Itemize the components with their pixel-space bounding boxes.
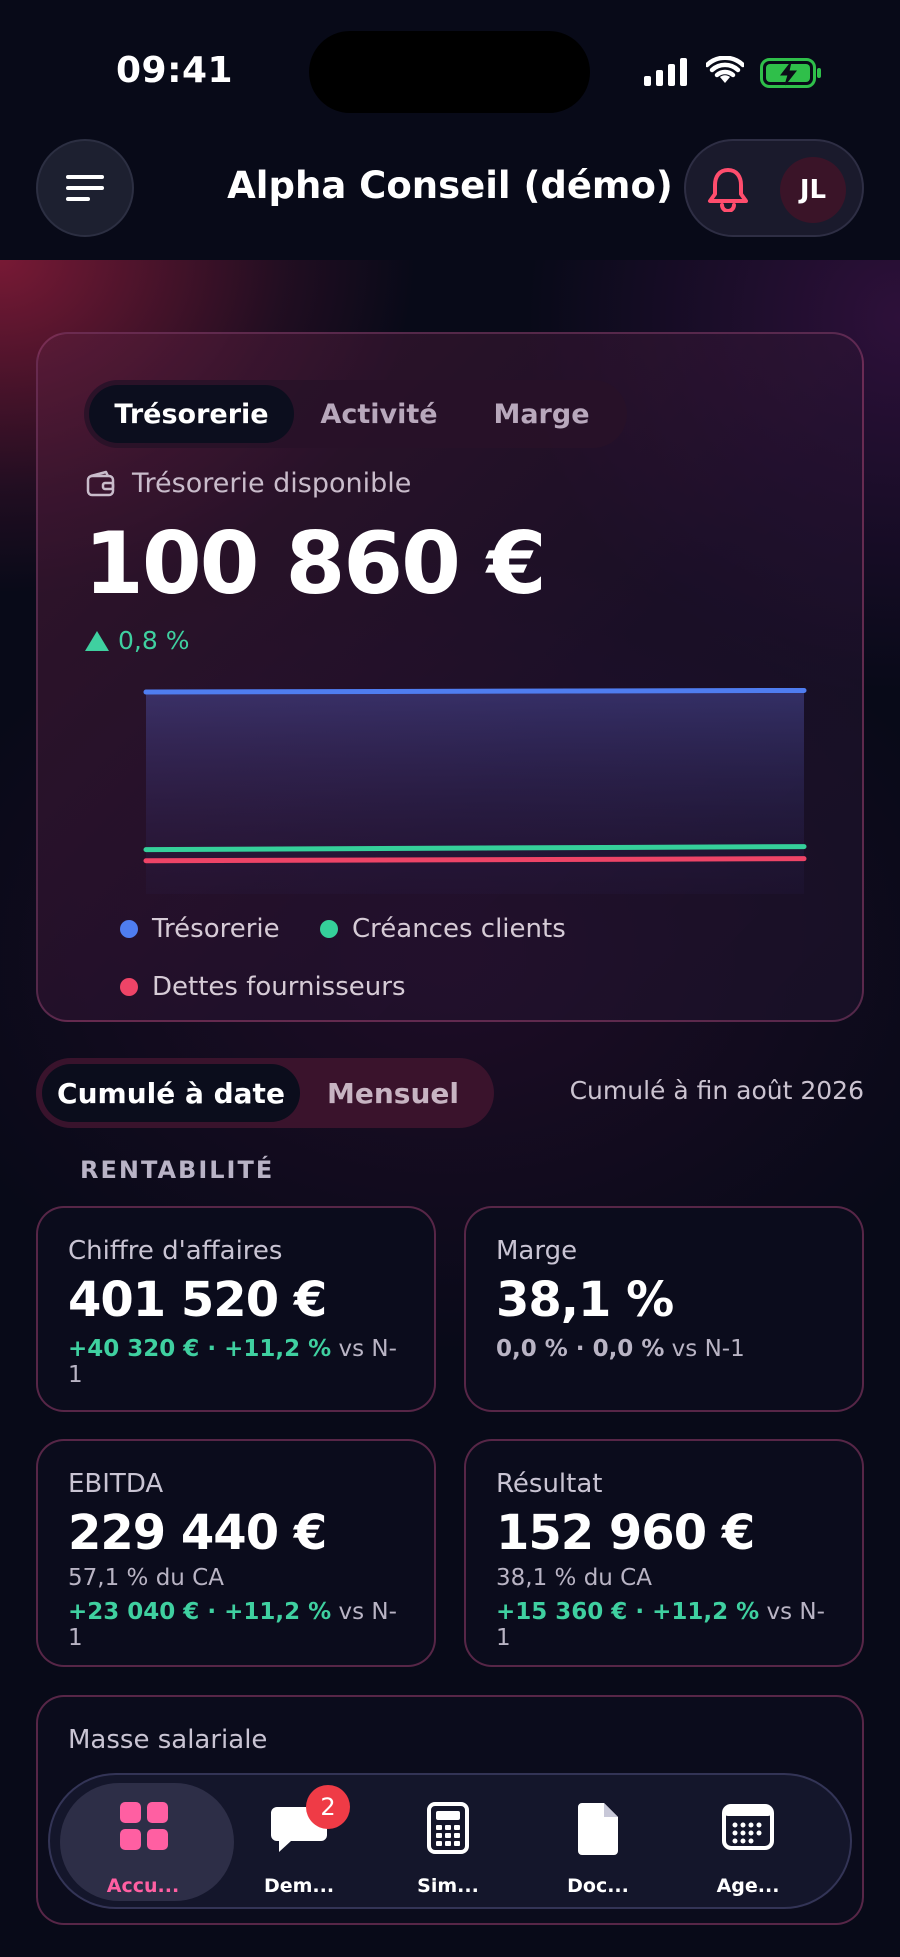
separator: · [199,1336,225,1362]
period-toggle: Cumulé à date Mensuel [36,1058,494,1128]
treasury-area-chart [143,687,807,894]
nav-item-accueil[interactable]: Accu... [54,1775,234,1911]
bottom-navigation: Accu... 2 Dem... Sim... Doc... Age... [48,1773,852,1909]
document-icon [578,1803,618,1855]
kpi-subtitle: 57,1 % du CA [68,1565,224,1591]
legend-item-tresorerie: Trésorerie [120,914,280,944]
bell-icon [708,168,748,212]
kpi-value: 401 520 € [68,1272,327,1328]
grid-icon [120,1802,168,1850]
kpi-card-ebitda[interactable]: EBITDA 229 440 € 57,1 % du CA +23 040 € … [36,1439,436,1667]
kpi-value: 38,1 % [496,1272,674,1328]
metric-value: 100 860 € [84,514,547,614]
metric-change-value: 0,8 % [118,626,190,655]
battery-charging-icon [760,58,821,88]
triangle-up-icon [85,630,109,651]
series-area-tresorerie [146,690,804,894]
legend-item-creances: Créances clients [320,914,566,944]
calculator-icon [427,1802,469,1854]
kpi-label: Marge [496,1236,578,1266]
kpi-label: Masse salariale [68,1725,268,1755]
separator: · [627,1599,653,1625]
series-line-2 [143,856,807,864]
kpi-subtitle: 38,1 % du CA [496,1565,652,1591]
status-time: 09:41 [116,50,234,91]
delta-abs: +40 320 € [68,1336,200,1362]
kpi-comparison: 0,0 % · 0,0 % vs N-1 [496,1336,832,1362]
tab-marge[interactable]: Marge [464,385,619,443]
notification-badge: 2 [306,1785,350,1829]
status-bar: 09:41 [0,0,900,120]
metric-label-row: Trésorerie disponible [86,468,411,499]
kpi-value: 229 440 € [68,1505,327,1561]
kpi-card-resultat[interactable]: Résultat 152 960 € 38,1 % du CA +15 360 … [464,1439,864,1667]
treasury-card: Trésorerie Activité Marge Trésorerie dis… [36,332,864,1022]
kpi-label: Chiffre d'affaires [68,1236,283,1266]
tab-tresorerie[interactable]: Trésorerie [89,385,294,443]
kpi-comparison: +23 040 € · +11,2 % vs N-1 [68,1599,404,1651]
delta-abs: 0,0 % [496,1336,568,1362]
kpi-card-marge[interactable]: Marge 38,1 % 0,0 % · 0,0 % vs N-1 [464,1206,864,1412]
delta-pct: +11,2 % [224,1599,332,1625]
separator: · [567,1336,593,1362]
vs-label: vs N-1 [664,1336,745,1362]
wifi-icon [706,56,744,83]
kpi-value: 152 960 € [496,1505,755,1561]
legend-dot [320,920,338,938]
separator: · [199,1599,225,1625]
nav-label: Accu... [106,1875,180,1897]
legend-dot [120,920,138,938]
delta-abs: +15 360 € [496,1599,628,1625]
calendar-icon [722,1804,774,1850]
series-line-1 [143,844,807,853]
kpi-label: EBITDA [68,1469,164,1499]
nav-label: Dem... [263,1875,335,1897]
page-title: Alpha Conseil (démo) [227,164,673,207]
hamburger-icon [66,175,104,201]
series-line-0 [143,687,807,695]
tab-mensuel[interactable]: Mensuel [300,1064,486,1122]
nav-item-simulateur[interactable]: Sim... [373,1775,523,1911]
nav-label: Doc... [567,1875,629,1897]
notifications-button[interactable] [698,159,758,219]
delta-pct: 0,0 % [592,1336,665,1362]
kpi-comparison: +15 360 € · +11,2 % vs N-1 [496,1599,832,1651]
legend-item-dettes: Dettes fournisseurs [120,972,406,1002]
header-actions: JL [684,139,864,237]
wallet-icon [86,470,115,496]
delta-pct: +11,2 % [224,1336,332,1362]
dynamic-island [309,31,590,113]
delta-pct: +11,2 % [652,1599,760,1625]
kpi-card-ca[interactable]: Chiffre d'affaires 401 520 € +40 320 € ·… [36,1206,436,1412]
menu-button[interactable] [36,139,134,237]
metric-label: Trésorerie disponible [132,468,412,499]
nav-item-demandes[interactable]: 2 Dem... [224,1775,374,1911]
kpi-comparison: +40 320 € · +11,2 % vs N-1 [68,1336,404,1388]
tab-cumule[interactable]: Cumulé à date [42,1064,300,1122]
nav-label: Sim... [417,1875,479,1897]
legend-label: Dettes fournisseurs [152,972,406,1002]
legend-label: Trésorerie [152,914,280,944]
delta-abs: +23 040 € [68,1599,200,1625]
nav-item-documents[interactable]: Doc... [523,1775,673,1911]
app-header: Alpha Conseil (démo) JL [0,120,900,260]
chart-tabs: Trésorerie Activité Marge [84,380,627,448]
metric-change: 0,8 % [84,626,189,655]
legend-label: Créances clients [352,914,566,944]
nav-label: Age... [716,1875,780,1897]
avatar[interactable]: JL [780,157,846,223]
section-title: RENTABILITÉ [80,1156,275,1184]
legend-dot [120,978,138,996]
tab-activite[interactable]: Activité [294,385,464,443]
kpi-label: Résultat [496,1469,603,1499]
nav-item-agenda[interactable]: Age... [673,1775,823,1911]
cellular-signal-icon [644,58,687,86]
period-note: Cumulé à fin août 2026 [569,1076,864,1105]
